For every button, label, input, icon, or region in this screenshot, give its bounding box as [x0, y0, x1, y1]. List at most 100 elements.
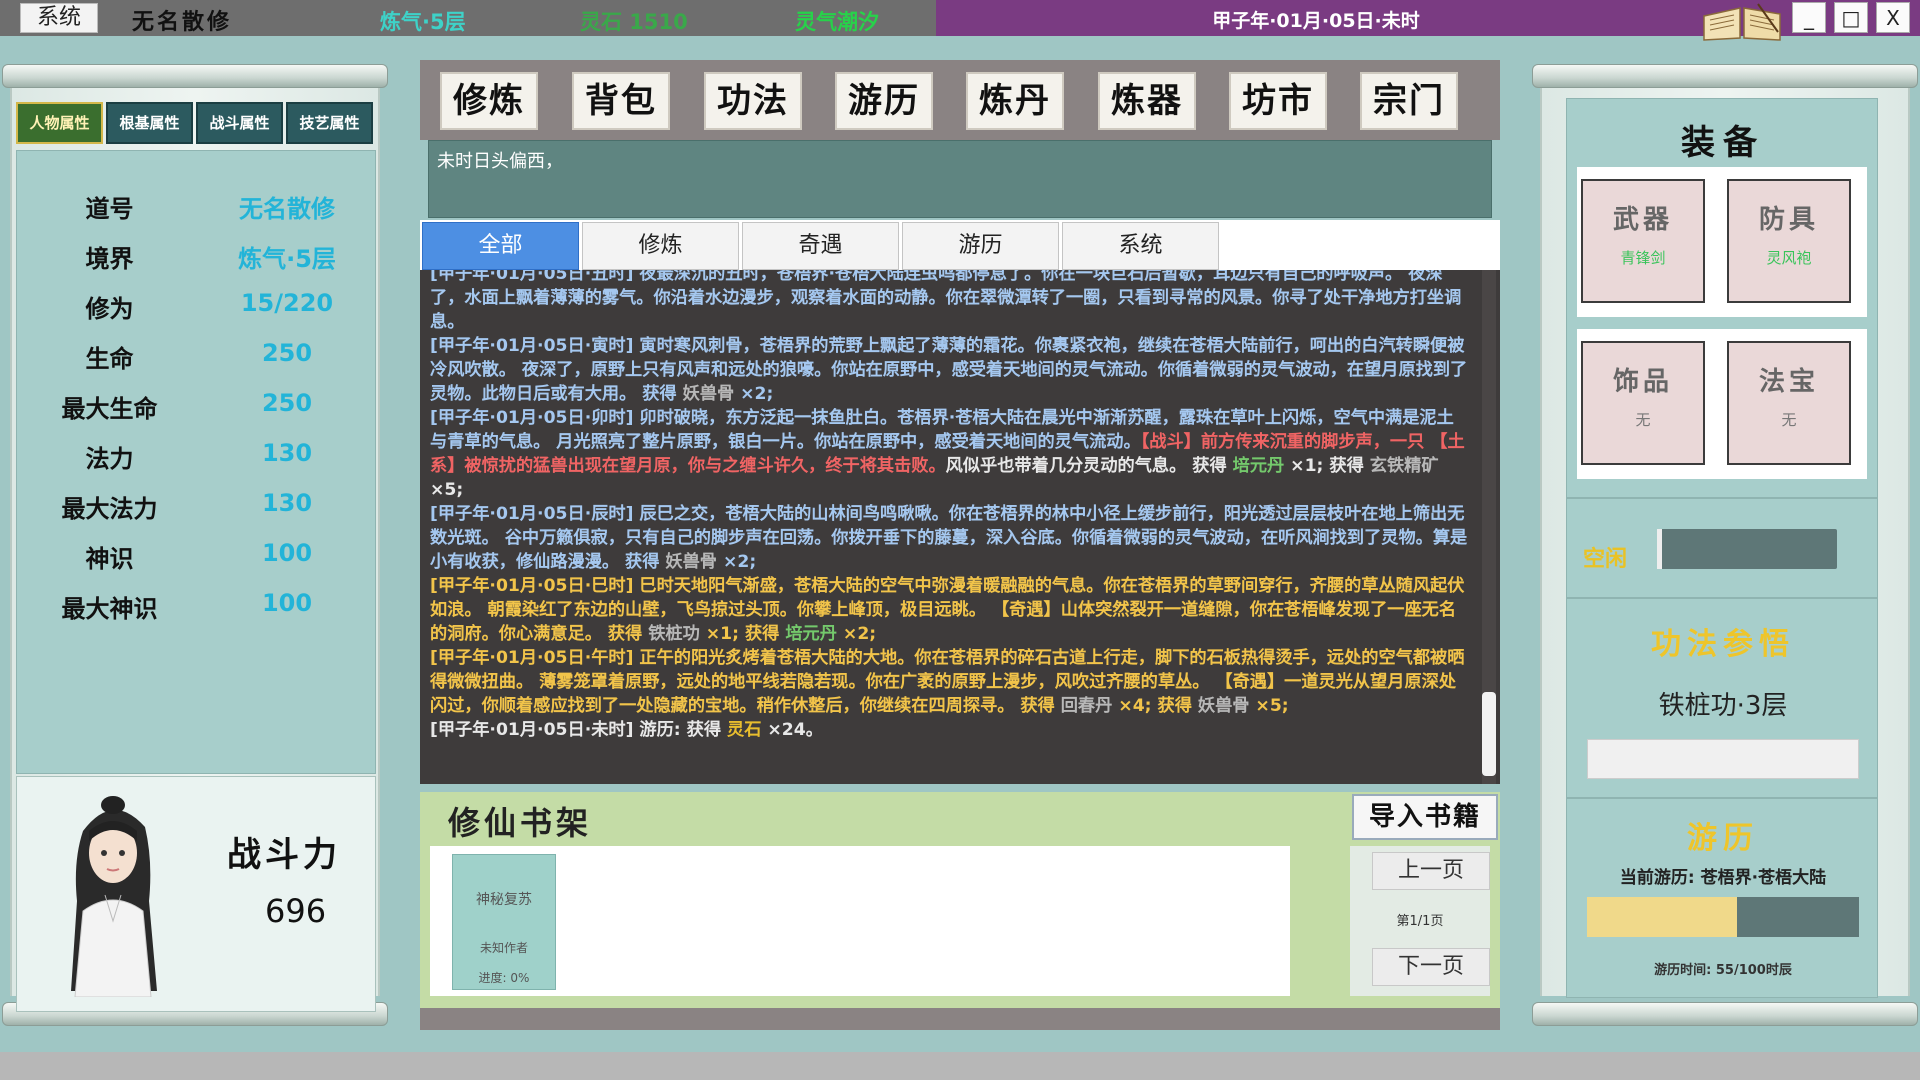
equip-slot-armor[interactable]: 防具 灵风袍 — [1727, 179, 1851, 303]
equip-slot-accessory[interactable]: 饰品 无 — [1581, 341, 1705, 465]
scroll-rod-top — [1532, 64, 1918, 88]
tab-skill-attributes[interactable]: 技艺属性 — [286, 102, 373, 144]
main-nav: 修炼 背包 功法 游历 炼丹 炼器 坊市 宗门 — [420, 60, 1500, 140]
tab-log-encounter[interactable]: 奇遇 — [742, 222, 899, 270]
tab-character-attributes[interactable]: 人物属性 — [16, 102, 103, 144]
log-text: 铁桩功 — [648, 624, 700, 644]
import-book-button[interactable]: 导入书籍 — [1352, 794, 1498, 840]
nav-cultivate-button[interactable]: 修炼 — [440, 72, 538, 130]
tab-log-travel[interactable]: 游历 — [902, 222, 1059, 270]
idle-status-panel: 空闲 — [1566, 498, 1878, 598]
event-log-content: [甲子年·01月·05日·丑时] 夜最深沉的丑时，苍梧界·苍梧大陆连虫鸣都停息了… — [430, 270, 1470, 742]
log-text: 妖兽骨 — [682, 384, 735, 404]
log-entry: [甲子年·01月·05日·未时] 游历: 获得 灵石 ×24。 — [430, 718, 1470, 742]
equip-slot-weapon[interactable]: 武器 青锋剑 — [1581, 179, 1705, 303]
main-area: 修炼 背包 功法 游历 炼丹 炼器 坊市 宗门 未时日头偏西， 全部 修炼 奇遇… — [420, 58, 1500, 1030]
nav-sect-button[interactable]: 宗门 — [1360, 72, 1458, 130]
combat-power-label: 战斗力 — [227, 835, 341, 875]
equipment-panel: 装备 武器 青锋剑 防具 灵风袍 饰品 无 法宝 无 — [1566, 98, 1878, 498]
open-book-icon[interactable] — [1700, 2, 1784, 42]
log-text: ×4; 获得 — [1112, 696, 1198, 716]
tab-log-cultivate[interactable]: 修炼 — [582, 222, 739, 270]
status-side-panel: 装备 武器 青锋剑 防具 灵风袍 饰品 无 法宝 无 空闲 功法参悟 铁桩功·3… — [1530, 58, 1920, 1028]
nav-market-button[interactable]: 坊市 — [1229, 72, 1327, 130]
attr-value: 100 — [261, 539, 313, 567]
technique-progress-bar — [1587, 739, 1859, 779]
log-entry: [甲子年·01月·05日·巳时] 巳时天地阳气渐盛，苍梧大陆的空气中弥漫着暖融融… — [430, 574, 1470, 646]
qi-status: 灵气潮汐 — [795, 10, 879, 34]
log-text: [甲子年·01月·05日·午时] 正午的阳光炙烤着苍梧大陆的大地。你在苍梧界的碎… — [430, 648, 1465, 716]
attr-label: 最大法力 — [61, 495, 158, 523]
log-text: ×2; — [836, 624, 877, 644]
equipment-title: 装备 — [1681, 123, 1765, 163]
book-card[interactable]: 神秘复苏 未知作者 进度: 0% — [452, 854, 556, 990]
tab-log-system[interactable]: 系统 — [1062, 222, 1219, 270]
tab-foundation-attributes[interactable]: 根基属性 — [106, 102, 193, 144]
log-text: 培元丹 — [1232, 456, 1285, 476]
log-scroll-thumb[interactable] — [1482, 692, 1496, 776]
equip-slot-treasure[interactable]: 法宝 无 — [1727, 341, 1851, 465]
maximize-button[interactable]: □ — [1834, 2, 1868, 33]
nav-travel-button[interactable]: 游历 — [835, 72, 933, 130]
next-page-button[interactable]: 下一页 — [1372, 948, 1490, 986]
attr-row-realm: 境界 炼气·5层 — [17, 239, 377, 279]
attr-row-spirit-sense: 神识 100 — [17, 539, 377, 579]
log-entry: [甲子年·01月·05日·午时] 正午的阳光炙烤着苍梧大陆的大地。你在苍梧界的碎… — [430, 646, 1470, 718]
slot-item: 灵风袍 — [1766, 249, 1812, 267]
nav-techniques-button[interactable]: 功法 — [704, 72, 802, 130]
tab-combat-attributes[interactable]: 战斗属性 — [196, 102, 283, 144]
slot-name: 防具 — [1758, 205, 1819, 235]
log-text: 风似乎也带着几分灵动的气息。 获得 — [945, 456, 1233, 476]
character-portrait — [71, 796, 157, 997]
log-text: [甲子年·01月·05日·丑时] 夜最深沉的丑时，苍梧界·苍梧大陆连虫鸣都停息了… — [430, 270, 1462, 332]
attr-row-mana: 法力 130 — [17, 439, 377, 479]
attr-value: 炼气·5层 — [238, 245, 336, 273]
prev-page-button[interactable]: 上一页 — [1372, 852, 1490, 890]
event-log[interactable]: [甲子年·01月·05日·丑时] 夜最深沉的丑时，苍梧界·苍梧大陆连虫鸣都停息了… — [420, 270, 1500, 784]
log-text: [甲子年·01月·05日·未时] 游历: 获得 — [430, 720, 728, 740]
log-text: ×5; — [430, 480, 464, 500]
equipment-group-2: 饰品 无 法宝 无 — [1577, 329, 1867, 479]
attr-label: 生命 — [85, 345, 134, 373]
book-progress: 进度: 0% — [478, 971, 530, 985]
attr-value: 无名散修 — [239, 195, 335, 223]
log-entry: [甲子年·01月·05日·丑时] 夜最深沉的丑时，苍梧界·苍梧大陆连虫鸣都停息了… — [430, 270, 1470, 334]
log-text: 妖兽骨 — [665, 552, 717, 572]
bookshelf: 神秘复苏 未知作者 进度: 0% 上一页 第1/1页 下一页 — [420, 842, 1500, 1014]
nav-bag-button[interactable]: 背包 — [572, 72, 670, 130]
log-entry: [甲子年·01月·05日·寅时] 寅时寒风刺骨，苍梧界的荒野上飘起了薄薄的霜花。… — [430, 334, 1470, 406]
bookshelf-title: 修仙书架 — [448, 804, 593, 842]
close-button[interactable]: X — [1876, 2, 1910, 33]
spirit-stone-count: 灵石 1510 — [580, 10, 688, 34]
attr-label: 修为 — [85, 295, 134, 323]
slot-name: 法宝 — [1758, 367, 1819, 397]
system-button[interactable]: 系统 — [20, 3, 98, 33]
nav-forging-button[interactable]: 炼器 — [1098, 72, 1196, 130]
bookshelf-header: 修仙书架 导入书籍 — [420, 792, 1500, 842]
attr-row-max-mana: 最大法力 130 — [17, 489, 377, 529]
log-text: ×2; — [734, 384, 774, 404]
log-text: [甲子年·01月·05日·寅时] 寅时寒风刺骨，苍梧界的荒野上飘起了薄薄的霜花。… — [430, 336, 1468, 404]
player-name: 无名散修 — [132, 10, 233, 35]
technique-study-panel: 功法参悟 铁桩功·3层 — [1566, 598, 1878, 798]
log-text: ×5; — [1249, 696, 1289, 716]
travel-panel: 游历 当前游历: 苍梧界·苍梧大陆 游历时间: 55/100时辰 — [1566, 798, 1878, 998]
log-entry: [甲子年·01月·05日·卯时] 卯时破晓，东方泛起一抹鱼肚白。苍梧界·苍梧大陆… — [430, 406, 1470, 502]
equipment-group-1: 武器 青锋剑 防具 灵风袍 — [1577, 167, 1867, 317]
book-author: 未知作者 — [479, 941, 528, 955]
minimize-button[interactable]: _ — [1792, 2, 1826, 33]
log-text: ×1; 获得 — [1284, 456, 1370, 476]
scroll-rod-bottom — [1532, 1002, 1918, 1026]
attr-row-max-hp: 最大生命 250 — [17, 389, 377, 429]
attr-label: 最大生命 — [61, 395, 158, 423]
top-bar: 系统 无名散修 炼气·5层 灵石 1510 灵气潮汐 甲子年·01月·05日·未… — [0, 0, 1920, 41]
slot-name: 饰品 — [1612, 367, 1673, 397]
log-text: 培元丹 — [785, 624, 837, 644]
tab-log-all[interactable]: 全部 — [422, 222, 579, 270]
attribute-list: 道号 无名散修 境界 炼气·5层 修为 15/220 生命 250 最大生命 2… — [16, 150, 376, 774]
idle-progress-bar — [1657, 529, 1837, 569]
nav-alchemy-button[interactable]: 炼丹 — [966, 72, 1064, 130]
realm-status: 炼气·5层 — [380, 10, 466, 34]
attr-label: 最大神识 — [61, 595, 158, 623]
main-area-footer — [420, 1008, 1500, 1030]
